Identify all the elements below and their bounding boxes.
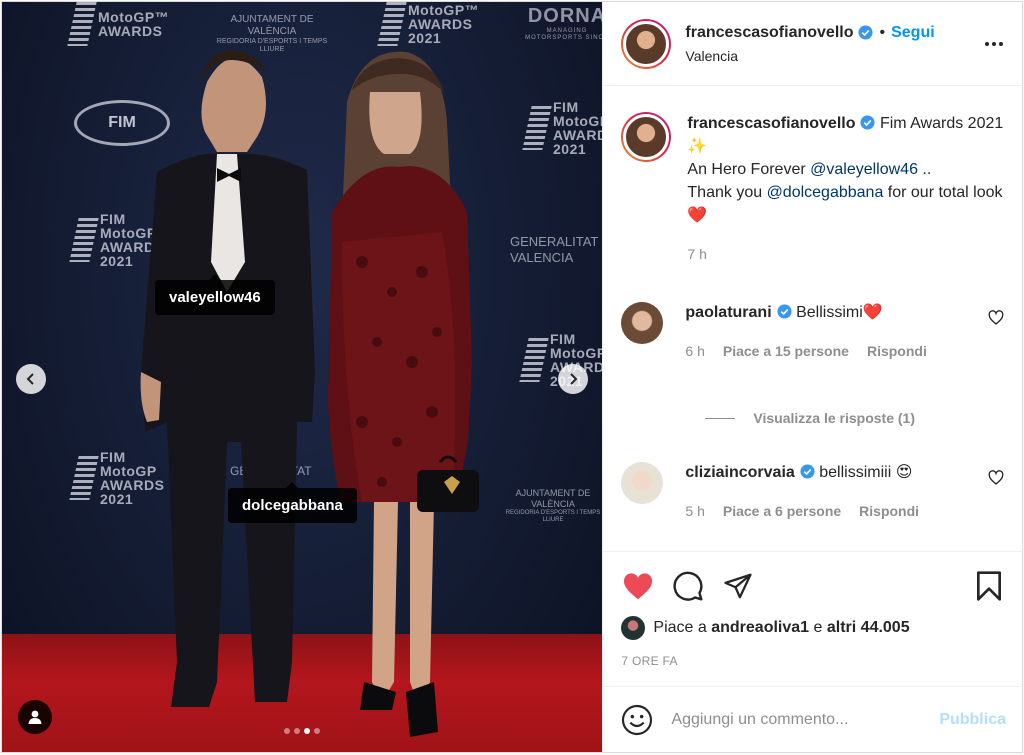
save-bookmark-icon[interactable]: [972, 569, 1006, 603]
photo-tag-valeyellow46[interactable]: valeyellow46: [155, 274, 275, 315]
caption-text: Thank you: [687, 184, 767, 201]
verified-badge-icon: [858, 25, 874, 40]
comment-input[interactable]: [671, 710, 940, 729]
comments-list: francescasofianovello Fim Awards 2021 ✨ …: [603, 86, 1022, 551]
man-figure: [140, 50, 315, 707]
more-options-icon[interactable]: [982, 41, 1006, 46]
previous-image-button[interactable]: [16, 364, 46, 394]
caption-username[interactable]: francescasofianovello: [687, 115, 855, 132]
add-comment-bar: Pubblica: [603, 686, 1022, 752]
carousel-dot: [314, 728, 321, 734]
backdrop-generalitat: GENERALITAT VALENCIA: [510, 234, 599, 265]
publish-button[interactable]: Pubblica: [939, 711, 1006, 729]
chevron-left-icon: [26, 373, 34, 385]
like-comment-heart-icon[interactable]: [988, 310, 1004, 326]
carousel-dot: [294, 728, 301, 734]
avatar[interactable]: [621, 18, 672, 69]
comment-item: cliziaincorvaia bellissimiii 😍 5 h Piace …: [621, 462, 1006, 522]
header-username[interactable]: francescasofianovello: [685, 24, 853, 42]
user-icon: [28, 710, 42, 724]
likes-others[interactable]: altri 44.005: [827, 619, 910, 637]
share-paper-plane-icon[interactable]: [721, 569, 755, 603]
like-heart-icon[interactable]: [621, 569, 655, 603]
post-timestamp[interactable]: 7 ORE FA: [621, 654, 1006, 668]
comment-username[interactable]: paolaturani: [685, 304, 771, 321]
post-caption: francescasofianovello Fim Awards 2021 ✨ …: [621, 86, 1006, 266]
verified-badge-icon: [860, 115, 876, 130]
comment-time[interactable]: 5 h: [685, 503, 704, 519]
comment-text: bellissimiii 😍: [819, 464, 913, 481]
carousel-dot: [284, 728, 291, 734]
comment-username[interactable]: cliziaincorvaia: [685, 464, 794, 481]
avatar[interactable]: [621, 462, 664, 504]
header-separator: •: [879, 23, 886, 41]
comment-likes[interactable]: Piace a 15 persone: [723, 343, 849, 359]
likes-middle: e: [813, 619, 823, 636]
photo-tag-dolcegabbana[interactable]: dolcegabbana: [228, 482, 357, 523]
view-replies-label: Visualizza le risposte (1): [753, 410, 915, 426]
backdrop-logo: MotoGP™ AWARDS: [67, 2, 169, 46]
verified-badge-icon: [777, 304, 792, 319]
likes-user[interactable]: andreaoliva1: [711, 619, 809, 637]
backdrop-ajuntament: AJUNTAMENT DE VALÈNCIA REGIDORIA D'ESPOR…: [505, 488, 601, 523]
avatar: [621, 616, 646, 640]
backdrop-logo: FIMMotoGPAWARDS2021: [522, 100, 602, 156]
replies-divider: [705, 417, 736, 419]
post-header: francescasofianovello • Segui Valencia: [603, 2, 1022, 86]
next-image-button[interactable]: [558, 364, 588, 394]
backdrop-dorna: DORNA MANAGING MOTORSPORTS SINCE: [525, 5, 603, 42]
backdrop-logo: MotoGP™ AWARDS 2021: [377, 2, 479, 46]
avatar[interactable]: [621, 112, 672, 162]
view-replies-button[interactable]: Visualizza le risposte (1): [705, 410, 1006, 426]
carousel-dot: [304, 728, 311, 734]
comment-item: paolaturani Bellissimi❤️ 6 h Piace a 15 p…: [621, 302, 1006, 362]
emoji-icon[interactable]: [621, 704, 653, 736]
likes-prefix: Piace a: [653, 619, 707, 636]
follow-button[interactable]: Segui: [891, 24, 935, 42]
comment-text: Bellissimi❤️: [796, 304, 883, 321]
reply-button[interactable]: Rispondi: [859, 503, 919, 519]
reply-button[interactable]: Rispondi: [867, 343, 927, 359]
chevron-right-icon: [570, 373, 578, 385]
woman-figure: [328, 51, 479, 737]
comment-likes[interactable]: Piace a 6 persone: [723, 503, 841, 519]
carousel-indicator: [2, 728, 602, 734]
verified-badge-icon: [800, 464, 815, 479]
mention-link[interactable]: @dolcegabbana: [767, 184, 884, 201]
avatar[interactable]: [621, 302, 664, 344]
post-photo[interactable]: MotoGP™ AWARDS AJUNTAMENT DE VALÈNCIA REG…: [2, 2, 603, 752]
post-side-panel: francescasofianovello • Segui Valencia f…: [602, 2, 1022, 752]
post-actions: Piace a andreaoliva1 e altri 44.005 7 OR…: [603, 551, 1022, 686]
likes-summary[interactable]: Piace a andreaoliva1 e altri 44.005: [621, 616, 1006, 640]
caption-text: ..: [917, 161, 932, 178]
like-comment-heart-icon[interactable]: [988, 470, 1004, 486]
comment-time[interactable]: 6 h: [685, 343, 704, 359]
location-link[interactable]: Valencia: [685, 48, 982, 64]
post-dialog: MotoGP™ AWARDS AJUNTAMENT DE VALÈNCIA REG…: [1, 1, 1023, 753]
caption-time[interactable]: 7 h: [687, 246, 706, 262]
comment-bubble-icon[interactable]: [671, 569, 705, 603]
caption-text: An Hero Forever: [687, 161, 811, 178]
mention-link[interactable]: @valeyellow46: [810, 161, 918, 178]
